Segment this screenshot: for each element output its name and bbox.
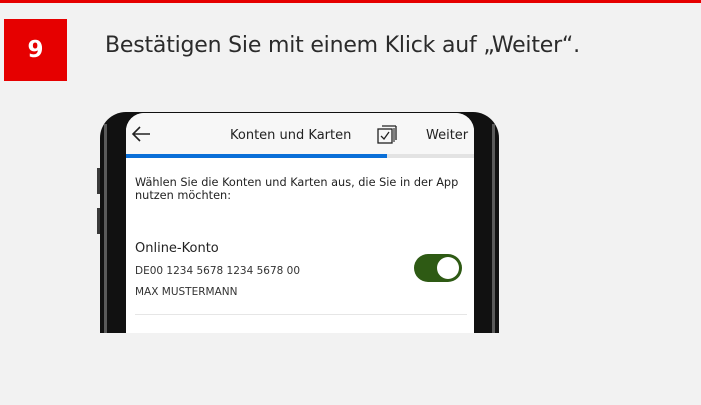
step-number-badge: 9: [4, 19, 67, 81]
app-bar: Konten und Karten Weiter: [126, 113, 474, 158]
step-instruction: Bestätigen Sie mit einem Klick auf „Weit…: [105, 33, 580, 58]
progress-bar: [126, 154, 474, 158]
account-name: Online-Konto: [135, 241, 219, 256]
phone-screen: Konten und Karten Weiter Wählen Sie die …: [126, 113, 474, 333]
app-title: Konten und Karten: [230, 128, 352, 143]
account-holder: MAX MUSTERMANN: [135, 286, 238, 298]
intro-text: Wählen Sie die Konten und Karten aus, di…: [135, 176, 459, 202]
instruction-card: 9 Bestätigen Sie mit einem Klick auf „We…: [0, 0, 701, 405]
account-iban: DE00 1234 5678 1234 5678 00: [135, 265, 301, 277]
row-divider: [135, 314, 467, 315]
progress-bar-fill: [126, 154, 387, 158]
arrow-left-icon[interactable]: [130, 123, 152, 145]
phone-side-button: [97, 208, 100, 234]
account-toggle[interactable]: [414, 254, 462, 282]
toggle-knob: [437, 257, 459, 279]
next-button[interactable]: Weiter: [426, 128, 468, 143]
top-rule: [0, 0, 701, 3]
phone-side-button: [97, 168, 100, 194]
select-all-checkbox-icon[interactable]: [376, 124, 398, 146]
